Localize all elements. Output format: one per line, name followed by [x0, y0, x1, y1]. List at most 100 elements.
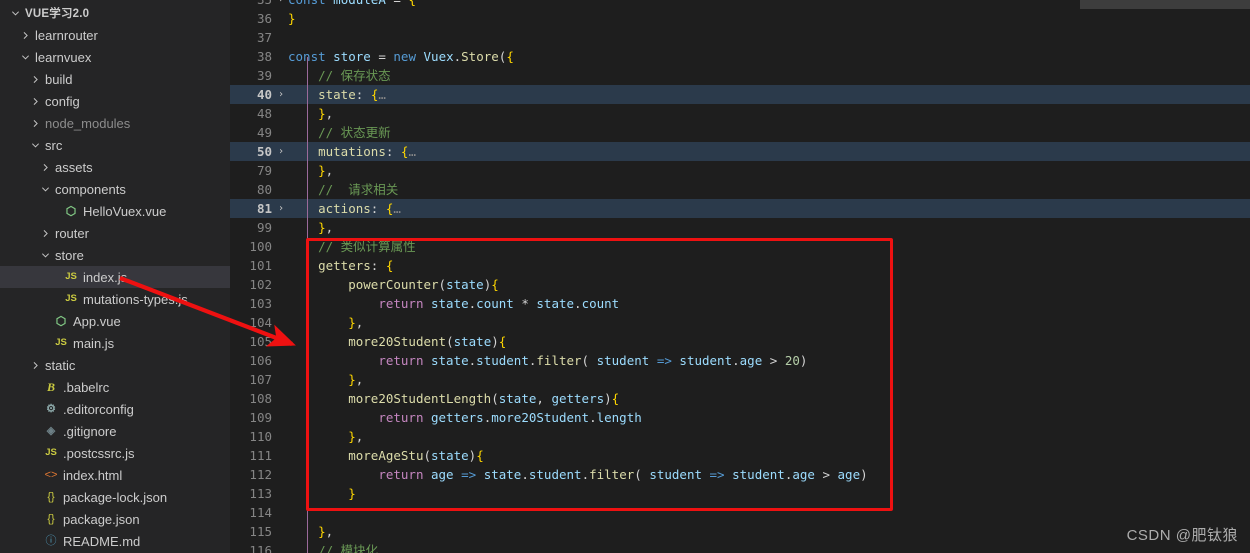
code-line-114[interactable]: 114	[230, 503, 1250, 522]
tree-item-.postcssrc.js[interactable]: JS .postcssrc.js	[0, 442, 230, 464]
chevron-down-icon[interactable]	[18, 53, 32, 62]
chevron-down-icon[interactable]	[8, 9, 22, 18]
code-line-100[interactable]: 100 // 类似计算属性	[230, 237, 1250, 256]
code-text: },	[318, 524, 334, 539]
code-text: return state.count * state.count	[378, 296, 620, 311]
tree-item-.babelrc[interactable]: B .babelrc	[0, 376, 230, 398]
tree-item-node-modules[interactable]: node_modules	[0, 112, 230, 134]
code-content[interactable]: 35›const moduleA = {36}3738const store =…	[230, 0, 1250, 553]
tree-item-build[interactable]: build	[0, 68, 230, 90]
tree-item-.gitignore[interactable]: ◈ .gitignore	[0, 420, 230, 442]
code-line-104[interactable]: 104 },	[230, 313, 1250, 332]
html-file-icon: <>	[44, 468, 58, 481]
code-line-113[interactable]: 113 }	[230, 484, 1250, 503]
code-editor[interactable]: 35›const moduleA = {36}3738const store =…	[230, 0, 1250, 553]
chevron-right-icon[interactable]	[38, 163, 52, 172]
code-text: // 保存状态	[288, 68, 391, 83]
line-number: 79	[256, 163, 272, 178]
tree-item-label: router	[55, 225, 89, 241]
tree-item-src[interactable]: src	[0, 134, 230, 156]
code-line-38[interactable]: 38 const store = new Vuex.Store({	[230, 47, 1250, 66]
tree-item-learnvuex[interactable]: learnvuex	[0, 46, 230, 68]
code-text: return getters.more20Student.length	[378, 410, 642, 425]
code-line-50[interactable]: 50 › mutations: {…	[230, 142, 1250, 161]
tree-item-readme.md[interactable]: ⓘ README.md	[0, 530, 230, 552]
js-file-icon: JS	[65, 293, 77, 305]
tree-item-router[interactable]: router	[0, 222, 230, 244]
line-number: 81	[256, 201, 272, 216]
code-line-37[interactable]: 37	[230, 28, 1250, 47]
code-line-109[interactable]: 109 return getters.more20Student.length	[230, 408, 1250, 427]
json-file-icon: {}	[47, 512, 55, 525]
code-line-40[interactable]: 40 › state: {…	[230, 85, 1250, 104]
tree-item-mutations-types.js[interactable]: JS mutations-types.js	[0, 288, 230, 310]
code-line-102[interactable]: 102 powerCounter(state){	[230, 275, 1250, 294]
chevron-right-icon[interactable]	[28, 97, 42, 106]
line-number: 102	[249, 277, 272, 292]
tree-item-label: components	[55, 181, 126, 197]
line-number: 100	[249, 239, 272, 254]
line-number: 115	[249, 524, 272, 539]
tree-item-package-lock.json[interactable]: {} package-lock.json	[0, 486, 230, 508]
code-line-115[interactable]: 115 },	[230, 522, 1250, 541]
code-line-107[interactable]: 107 },	[230, 370, 1250, 389]
code-line-39[interactable]: 39 // 保存状态	[230, 66, 1250, 85]
tree-item-config[interactable]: config	[0, 90, 230, 112]
chevron-right-icon[interactable]	[38, 229, 52, 238]
code-line-105[interactable]: 105 more20Student(state){	[230, 332, 1250, 351]
code-text: more20StudentLength(state, getters){	[348, 391, 620, 406]
chevron-down-icon[interactable]	[38, 185, 52, 194]
tree-item-vue-2.0[interactable]: VUE学习2.0	[0, 2, 230, 24]
code-text: actions: {…	[318, 201, 401, 216]
code-line-79[interactable]: 79 },	[230, 161, 1250, 180]
code-line-112[interactable]: 112 return age => state.student.filter( …	[230, 465, 1250, 484]
code-line-111[interactable]: 111 moreAgeStu(state){	[230, 446, 1250, 465]
tree-item-label: build	[45, 71, 73, 87]
chevron-down-icon[interactable]	[38, 251, 52, 260]
code-line-103[interactable]: 103 return state.count * state.count	[230, 294, 1250, 313]
code-line-108[interactable]: 108 more20StudentLength(state, getters){	[230, 389, 1250, 408]
tree-item-index.js[interactable]: JS index.js	[0, 266, 230, 288]
chevron-right-icon[interactable]	[28, 119, 42, 128]
chevron-right-icon[interactable]	[28, 361, 42, 370]
code-line-36[interactable]: 36}	[230, 9, 1250, 28]
code-line-49[interactable]: 49 // 状态更新	[230, 123, 1250, 142]
code-line-81[interactable]: 81 › actions: {…	[230, 199, 1250, 218]
chevron-right-icon[interactable]	[18, 31, 32, 40]
tree-item-label: learnvuex	[35, 49, 92, 65]
tree-item-store[interactable]: store	[0, 244, 230, 266]
tree-item-hellovuex.vue[interactable]: ⬡ HelloVuex.vue	[0, 200, 230, 222]
line-number: 40	[256, 87, 272, 102]
code-line-80[interactable]: 80 // 请求相关	[230, 180, 1250, 199]
tree-item-components[interactable]: components	[0, 178, 230, 200]
tree-item-index.html[interactable]: <> index.html	[0, 464, 230, 486]
line-number: 50	[256, 144, 272, 159]
file-tree[interactable]: VUE学习2.0 learnrouter learnvuex build config n…	[0, 2, 230, 552]
line-number: 48	[256, 106, 272, 121]
code-line-48[interactable]: 48 },	[230, 104, 1250, 123]
code-line-101[interactable]: 101 getters: {	[230, 256, 1250, 275]
chevron-right-icon[interactable]	[28, 75, 42, 84]
code-line-110[interactable]: 110 },	[230, 427, 1250, 446]
chevron-down-icon[interactable]	[28, 141, 42, 150]
code-text: }	[288, 11, 296, 26]
code-text: },	[318, 220, 334, 235]
code-line-35[interactable]: 35›const moduleA = {	[230, 0, 1250, 9]
tree-item-static[interactable]: static	[0, 354, 230, 376]
tree-item-package.json[interactable]: {} package.json	[0, 508, 230, 530]
tree-item-learnrouter[interactable]: learnrouter	[0, 24, 230, 46]
tree-item-app.vue[interactable]: ⬡ App.vue	[0, 310, 230, 332]
code-text: const store = new Vuex.Store({	[288, 49, 514, 64]
code-line-116[interactable]: 116 // 模块化	[230, 541, 1250, 553]
code-line-99[interactable]: 99 },	[230, 218, 1250, 237]
code-text: more20Student(state){	[348, 334, 507, 349]
file-explorer-sidebar[interactable]: VUE学习2.0 learnrouter learnvuex build config n…	[0, 0, 230, 553]
line-number: 113	[249, 486, 272, 501]
tree-item-label: index.html	[63, 467, 123, 483]
tree-item-assets[interactable]: assets	[0, 156, 230, 178]
tree-item-main.js[interactable]: JS main.js	[0, 332, 230, 354]
code-line-106[interactable]: 106 return state.student.filter( student…	[230, 351, 1250, 370]
line-number: 104	[249, 315, 272, 330]
tree-item-.editorconfig[interactable]: ⚙ .editorconfig	[0, 398, 230, 420]
vscode-window: VUE学习2.0 learnrouter learnvuex build config n…	[0, 0, 1250, 553]
